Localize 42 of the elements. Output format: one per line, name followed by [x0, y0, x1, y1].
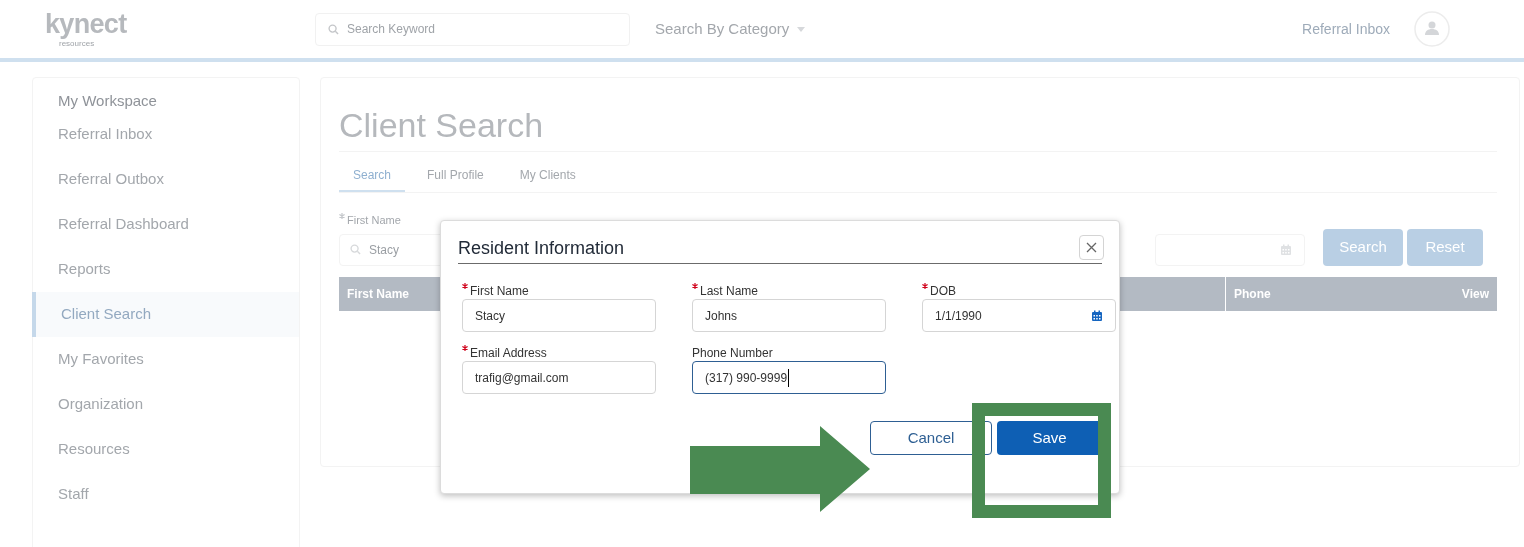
search-field[interactable]: Search Keyword	[315, 12, 630, 46]
caret-icon	[797, 26, 806, 32]
date-field[interactable]: 1/1/1990	[922, 299, 1116, 332]
field-label: First Name	[470, 283, 529, 300]
field-label: Phone Number	[692, 345, 773, 362]
logo[interactable]: kynect	[45, 10, 127, 38]
tab[interactable]: My Clients	[505, 166, 590, 192]
sidebar-item[interactable]: Resources	[33, 427, 299, 472]
date-field[interactable]	[1155, 233, 1305, 266]
field-label: Last Name	[700, 283, 759, 300]
column-header[interactable]: Phone	[1234, 284, 1271, 303]
input-field[interactable]: trafig@gmail.com	[462, 361, 656, 394]
search-form-button[interactable]: Search	[1323, 228, 1403, 266]
avatar-icon[interactable]	[1414, 11, 1450, 47]
field-label: DOB	[930, 283, 956, 300]
page-title: Client Search	[339, 100, 1497, 152]
close-button[interactable]	[1079, 234, 1104, 260]
calendar-icon[interactable]	[1091, 309, 1103, 322]
search-icon	[350, 244, 361, 255]
sidebar-item[interactable]: Referral Outbox	[33, 157, 299, 202]
sidebar-item[interactable]: Referral Dashboard	[33, 202, 299, 247]
close-icon	[1086, 241, 1097, 253]
input-field[interactable]: Johns	[692, 299, 886, 332]
input-field[interactable]: Stacy	[462, 299, 656, 332]
sidebar-title: My Workspace	[57, 91, 158, 111]
input-field[interactable]: (317) 990-9999	[692, 361, 886, 394]
sidebar-item[interactable]: Client Search	[32, 292, 299, 337]
field-label: Email Address	[470, 345, 547, 362]
logo-subtitle: resources	[59, 39, 95, 48]
category-dropdown[interactable]: Search By Category	[655, 17, 806, 41]
search-form-button[interactable]: Reset	[1407, 228, 1483, 266]
sidebar-item[interactable]: My Favorites	[33, 337, 299, 382]
sidebar-item[interactable]: Staff	[33, 472, 299, 517]
search-icon	[328, 23, 339, 35]
sidebar-item[interactable]: Organization	[33, 382, 299, 427]
tab[interactable]: Search	[339, 166, 406, 192]
field-label: First Name	[347, 213, 401, 228]
sidebar-item[interactable]: Referral Inbox	[33, 112, 299, 157]
referral-inbox-link[interactable]: Referral Inbox	[1302, 18, 1390, 40]
tab[interactable]: Full Profile	[413, 166, 498, 192]
sidebar-item[interactable]: Reports	[33, 247, 299, 292]
column-header[interactable]: View	[1461, 284, 1489, 303]
